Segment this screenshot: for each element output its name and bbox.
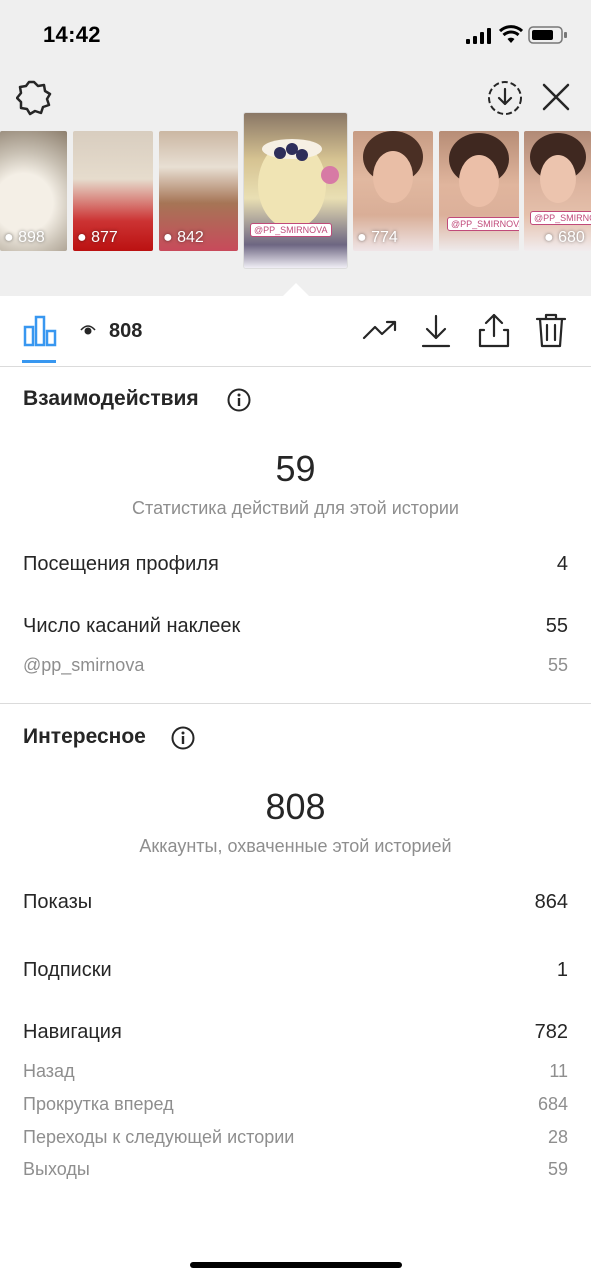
exits-value: 59	[547, 1159, 568, 1179]
next-story-value: 28	[547, 1127, 568, 1147]
active-tab-indicator	[22, 360, 56, 363]
navigation-label: Навигация	[23, 1021, 122, 1043]
interactions-subtitle: Статистика действий для этой истории	[132, 498, 459, 518]
section-divider	[0, 703, 591, 704]
eye-icon	[80, 325, 96, 335]
share-icon[interactable]	[478, 312, 510, 348]
status-time: 14:42	[43, 22, 101, 47]
insights-bar-chart-icon[interactable]	[23, 313, 57, 347]
impressions-label: Показы	[23, 891, 93, 913]
mention-sticker: @PP_SMIRNOVA	[447, 217, 519, 231]
story-thumbnail[interactable]: ● 774	[353, 131, 433, 251]
story-preview-area: 14:42 ● 898 ● 877 ● 842 @PP_SMIRNOVA ● 7…	[0, 0, 591, 296]
selected-story-pointer	[283, 283, 309, 296]
blueberry-cake-image	[258, 139, 339, 229]
mention-sticker: @PP_SMIRNOVA	[250, 223, 332, 237]
back-label: Назад	[23, 1061, 75, 1081]
next-story-label: Переходы к следующей истории	[23, 1127, 295, 1147]
story-thumbnail[interactable]: ● 842	[159, 131, 238, 251]
reach-total: 808	[265, 786, 326, 827]
navigation-value: 782	[534, 1021, 568, 1043]
profile-visits-label: Посещения профиля	[23, 553, 219, 575]
thumbnail-view-count: ● 842	[163, 229, 204, 246]
insights-toolbar: 808	[0, 296, 591, 367]
thumbnail-view-count: ● 898	[4, 229, 45, 246]
download-icon[interactable]	[421, 314, 451, 348]
trending-icon[interactable]	[362, 318, 398, 342]
wifi-icon	[499, 25, 523, 43]
story-thumbnail[interactable]: ● 877	[73, 131, 153, 251]
thumbnail-view-count: ● 680	[544, 229, 585, 246]
settings-gear-icon[interactable]	[16, 80, 52, 116]
impressions-value: 864	[534, 891, 568, 913]
thumbnail-view-count: ● 877	[77, 229, 118, 246]
profile-visits-value: 4	[556, 553, 568, 575]
story-thumbnails: ● 898 ● 877 ● 842 @PP_SMIRNOVA ● 774 @PP…	[0, 113, 591, 273]
forward-label: Прокрутка вперед	[23, 1094, 174, 1114]
delete-icon[interactable]	[535, 312, 567, 348]
mention-sticker-label: @pp_smirnova	[23, 655, 145, 675]
thumbnail-view-count: ● 774	[357, 229, 398, 246]
status-bar: 14:42	[0, 0, 591, 70]
discovery-title: Интересное	[23, 725, 146, 748]
interactions-total: 59	[275, 448, 316, 489]
info-icon[interactable]	[227, 388, 251, 412]
sticker-taps-label: Число касаний наклеек	[23, 615, 241, 637]
story-thumbnail-selected[interactable]: @PP_SMIRNOVA	[244, 113, 347, 268]
exits-label: Выходы	[23, 1159, 90, 1179]
sticker-taps-value: 55	[545, 615, 568, 637]
info-icon[interactable]	[171, 726, 195, 750]
story-thumbnail[interactable]: @PP_SMIRNOVA	[439, 131, 519, 251]
battery-icon	[528, 26, 567, 44]
mention-sticker: @PP_SMIRNOVA	[530, 211, 591, 225]
interactions-title: Взаимодействия	[23, 387, 199, 410]
forward-value: 684	[537, 1094, 568, 1114]
follows-value: 1	[556, 959, 568, 981]
back-value: 11	[549, 1061, 568, 1081]
reach-subtitle: Аккаунты, охваченные этой историей	[139, 836, 452, 856]
close-icon[interactable]	[541, 82, 571, 112]
save-story-icon[interactable]	[487, 80, 523, 116]
story-thumbnail[interactable]: @PP_SMIRNOVA ● 680	[524, 131, 591, 251]
home-indicator[interactable]	[190, 1262, 402, 1268]
mention-sticker-value: 55	[547, 655, 568, 675]
face-image	[449, 133, 509, 207]
viewers-count[interactable]: 808	[109, 320, 142, 343]
cell-signal-icon	[466, 28, 491, 44]
story-thumbnail[interactable]: ● 898	[0, 131, 67, 251]
follows-label: Подписки	[23, 959, 112, 981]
